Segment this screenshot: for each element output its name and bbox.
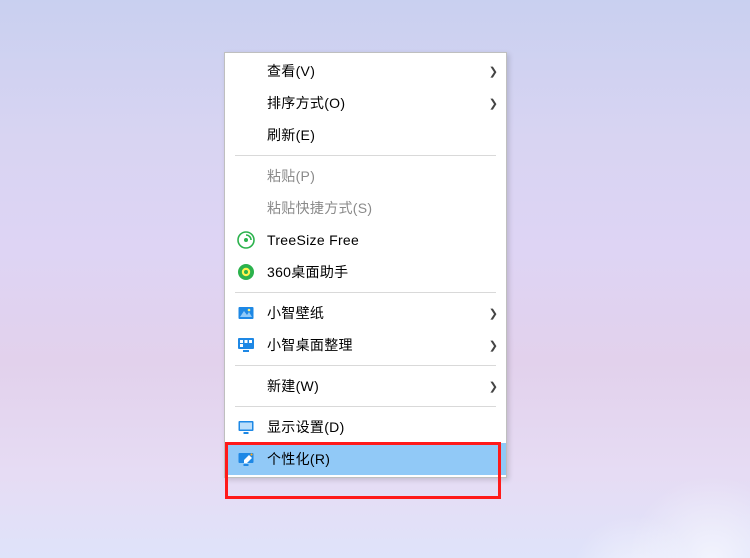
menu-separator xyxy=(235,406,496,407)
menu-item-new[interactable]: 新建(W) ❯ xyxy=(225,370,506,402)
chevron-right-icon: ❯ xyxy=(486,339,498,352)
menu-item-label: 刷新(E) xyxy=(267,125,486,145)
menu-item-display-settings[interactable]: 显示设置(D) xyxy=(225,411,506,443)
desktop-context-menu: 查看(V) ❯ 排序方式(O) ❯ 刷新(E) 粘贴(P) 粘贴快捷方式(S) xyxy=(224,52,507,478)
treesize-icon xyxy=(235,229,257,251)
menu-item-label: 粘贴(P) xyxy=(267,166,486,186)
menu-item-360[interactable]: 360桌面助手 xyxy=(225,256,506,288)
menu-item-wallpaper[interactable]: 小智壁纸 ❯ xyxy=(225,297,506,329)
spacer-icon xyxy=(235,375,257,397)
menu-item-label: 显示设置(D) xyxy=(267,417,486,437)
spacer-icon xyxy=(235,60,257,82)
menu-item-paste-shortcut: 粘贴快捷方式(S) xyxy=(225,192,506,224)
display-icon xyxy=(235,416,257,438)
menu-item-label: 排序方式(O) xyxy=(267,93,486,113)
menu-item-personalize[interactable]: 个性化(R) xyxy=(225,443,506,475)
chevron-right-icon: ❯ xyxy=(486,97,498,110)
menu-item-label: 个性化(R) xyxy=(267,449,486,469)
menu-item-sort[interactable]: 排序方式(O) ❯ xyxy=(225,87,506,119)
menu-item-label: TreeSize Free xyxy=(267,232,486,248)
personalize-icon xyxy=(235,448,257,470)
background-decoration xyxy=(530,398,750,558)
menu-item-label: 360桌面助手 xyxy=(267,262,486,282)
menu-item-desktop-org[interactable]: 小智桌面整理 ❯ xyxy=(225,329,506,361)
chevron-right-icon: ❯ xyxy=(486,307,498,320)
menu-item-refresh[interactable]: 刷新(E) xyxy=(225,119,506,151)
desktop-background: 查看(V) ❯ 排序方式(O) ❯ 刷新(E) 粘贴(P) 粘贴快捷方式(S) xyxy=(0,0,750,558)
chevron-right-icon: ❯ xyxy=(486,65,498,78)
spacer-icon xyxy=(235,124,257,146)
menu-separator xyxy=(235,365,496,366)
spacer-icon xyxy=(235,92,257,114)
spacer-icon xyxy=(235,165,257,187)
360-icon xyxy=(235,261,257,283)
desktop-org-icon xyxy=(235,334,257,356)
menu-separator xyxy=(235,292,496,293)
menu-item-paste: 粘贴(P) xyxy=(225,160,506,192)
menu-item-label: 小智桌面整理 xyxy=(267,335,486,355)
wallpaper-icon xyxy=(235,302,257,324)
menu-item-label: 新建(W) xyxy=(267,376,486,396)
spacer-icon xyxy=(235,197,257,219)
menu-item-label: 小智壁纸 xyxy=(267,303,486,323)
menu-item-label: 粘贴快捷方式(S) xyxy=(267,198,486,218)
menu-separator xyxy=(235,155,496,156)
chevron-right-icon: ❯ xyxy=(486,380,498,393)
menu-item-treesize[interactable]: TreeSize Free xyxy=(225,224,506,256)
menu-item-view[interactable]: 查看(V) ❯ xyxy=(225,55,506,87)
menu-item-label: 查看(V) xyxy=(267,61,486,81)
